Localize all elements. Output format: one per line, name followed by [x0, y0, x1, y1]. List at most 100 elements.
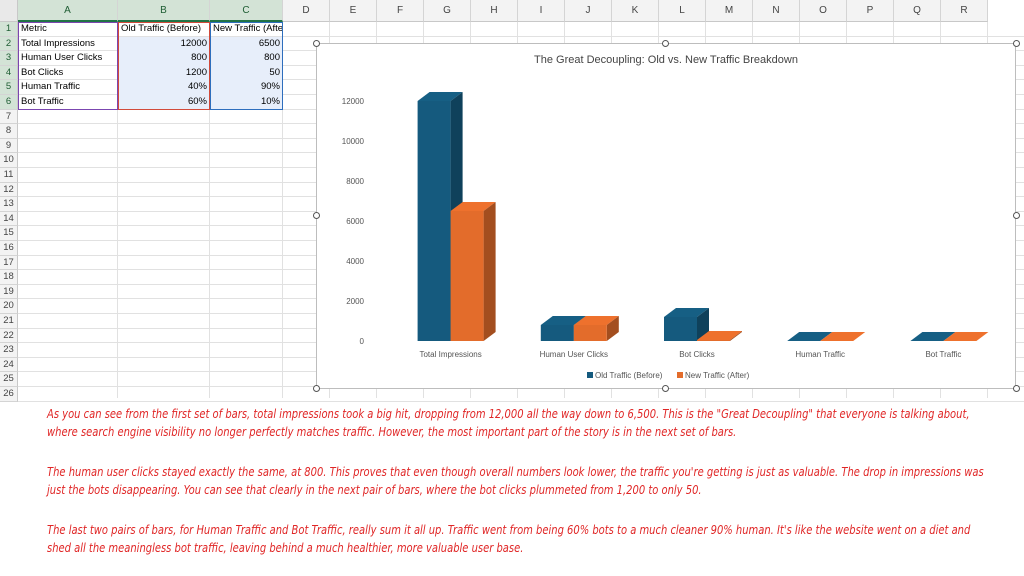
y-tick-label: 2000	[346, 297, 364, 306]
y-tick-label: 12000	[342, 97, 365, 106]
caption-paragraph-1: As you can see from the first set of bar…	[47, 407, 970, 439]
column-header-l[interactable]: L	[659, 0, 706, 22]
column-header-b[interactable]: B	[118, 0, 210, 22]
row-header-8[interactable]: 8	[0, 124, 18, 139]
y-tick-label: 6000	[346, 217, 364, 226]
row-header-3[interactable]: 3	[0, 51, 18, 66]
column-header-n[interactable]: N	[753, 0, 800, 22]
row-header-17[interactable]: 17	[0, 255, 18, 271]
row-header-1[interactable]: 1	[0, 22, 18, 37]
row-header-7[interactable]: 7	[0, 109, 18, 125]
cell-a5[interactable]: Human Traffic	[18, 80, 118, 95]
row-header-18[interactable]: 18	[0, 270, 18, 285]
row-header-2[interactable]: 2	[0, 36, 18, 52]
row-header-23[interactable]: 23	[0, 343, 18, 358]
column-header-o[interactable]: O	[800, 0, 847, 22]
cell-c2[interactable]: 6500	[210, 37, 283, 52]
chart-title: The Great Decoupling: Old vs. New Traffi…	[534, 54, 798, 66]
cell-c6[interactable]: 10%	[210, 95, 283, 110]
resize-handle-left[interactable]	[313, 212, 320, 219]
row-header-16[interactable]: 16	[0, 241, 18, 256]
row-header-21[interactable]: 21	[0, 314, 18, 329]
bar-front-face	[573, 325, 607, 341]
row-header-13[interactable]: 13	[0, 197, 18, 212]
x-category-label: Human Traffic	[795, 350, 845, 359]
row-header-11[interactable]: 11	[0, 168, 18, 183]
resize-handle-bottom-right[interactable]	[1013, 385, 1020, 392]
cell-b6[interactable]: 60%	[118, 95, 210, 110]
column-header-f[interactable]: F	[377, 0, 424, 22]
y-tick-label: 0	[360, 337, 365, 346]
cell-a6[interactable]: Bot Traffic	[18, 95, 118, 110]
cell-b4[interactable]: 1200	[118, 66, 210, 81]
legend-label-old: Old Traffic (Before)	[595, 371, 663, 380]
cell-c5[interactable]: 90%	[210, 80, 283, 95]
cell-a1[interactable]: Metric	[18, 22, 118, 37]
resize-handle-bottom-left[interactable]	[313, 385, 320, 392]
row-header-25[interactable]: 25	[0, 372, 18, 387]
column-header-i[interactable]: I	[518, 0, 565, 22]
cell-b5[interactable]: 40%	[118, 80, 210, 95]
row-header-26[interactable]: 26	[0, 387, 18, 402]
row-header-24[interactable]: 24	[0, 357, 18, 373]
chart-container[interactable]: The Great Decoupling: Old vs. New Traffi…	[316, 43, 1016, 389]
column-header-m[interactable]: M	[706, 0, 753, 22]
row-header-22[interactable]: 22	[0, 328, 18, 344]
bar-old-bot-clicks	[664, 308, 709, 341]
bar-front-face	[697, 340, 730, 341]
row-header-6[interactable]: 6	[0, 95, 18, 110]
resize-handle-bottom[interactable]	[662, 385, 669, 392]
cell-c4[interactable]: 50	[210, 66, 283, 81]
column-header-j[interactable]: J	[565, 0, 612, 22]
bar-front-face	[417, 101, 451, 341]
cell-a2[interactable]: Total Impressions	[18, 37, 118, 52]
y-tick-label: 8000	[346, 177, 364, 186]
resize-handle-right[interactable]	[1013, 212, 1020, 219]
cell-b3[interactable]: 800	[118, 51, 210, 66]
row-header-15[interactable]: 15	[0, 226, 18, 241]
column-header-c[interactable]: C	[210, 0, 283, 22]
x-category-label: Bot Traffic	[925, 350, 961, 359]
legend-swatch-old	[587, 372, 593, 378]
column-header-h[interactable]: H	[471, 0, 518, 22]
legend-swatch-new	[677, 372, 683, 378]
row-header-4[interactable]: 4	[0, 65, 18, 81]
y-tick-label: 4000	[346, 257, 364, 266]
row-header-19[interactable]: 19	[0, 284, 18, 300]
cell-b2[interactable]: 12000	[118, 37, 210, 52]
cell-c1[interactable]: New Traffic (After)	[210, 22, 283, 37]
caption-paragraph-2: The human user clicks stayed exactly the…	[47, 465, 984, 497]
x-category-label: Bot Clicks	[679, 350, 715, 359]
y-tick-label: 10000	[342, 137, 365, 146]
column-header-a[interactable]: A	[18, 0, 118, 22]
x-category-label: Total Impressions	[419, 350, 481, 359]
column-header-e[interactable]: E	[330, 0, 377, 22]
select-all-corner[interactable]	[0, 0, 18, 22]
cell-a4[interactable]: Bot Clicks	[18, 66, 118, 81]
x-category-label: Human User Clicks	[540, 350, 608, 359]
row-header-14[interactable]: 14	[0, 211, 18, 227]
column-header-k[interactable]: K	[612, 0, 659, 22]
resize-handle-top-left[interactable]	[313, 40, 320, 47]
column-header-g[interactable]: G	[424, 0, 471, 22]
bar-front-face	[664, 317, 697, 341]
resize-handle-top-right[interactable]	[1013, 40, 1020, 47]
row-header-10[interactable]: 10	[0, 153, 18, 168]
bar-new-total-impressions	[450, 202, 496, 341]
row-header-12[interactable]: 12	[0, 182, 18, 198]
bar-front-face	[540, 325, 574, 341]
column-header-q[interactable]: Q	[894, 0, 941, 22]
row-header-9[interactable]: 9	[0, 138, 18, 154]
resize-handle-top[interactable]	[662, 40, 669, 47]
cell-b1[interactable]: Old Traffic (Before)	[118, 22, 210, 37]
cell-c3[interactable]: 800	[210, 51, 283, 66]
bar-front-face	[450, 211, 484, 341]
row-header-5[interactable]: 5	[0, 80, 18, 95]
column-header-p[interactable]: P	[847, 0, 894, 22]
cell-a3[interactable]: Human User Clicks	[18, 51, 118, 66]
column-header-d[interactable]: D	[283, 0, 330, 22]
column-chart: The Great Decoupling: Old vs. New Traffi…	[342, 54, 989, 380]
caption-paragraph-3: The last two pairs of bars, for Human Tr…	[47, 523, 971, 555]
row-header-20[interactable]: 20	[0, 299, 18, 314]
column-header-r[interactable]: R	[941, 0, 988, 22]
